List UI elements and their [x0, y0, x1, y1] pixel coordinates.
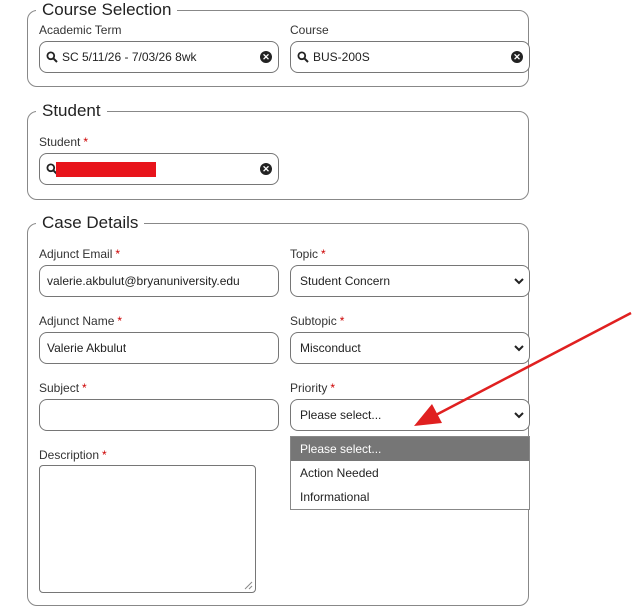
annotation-arrow: [414, 311, 632, 426]
